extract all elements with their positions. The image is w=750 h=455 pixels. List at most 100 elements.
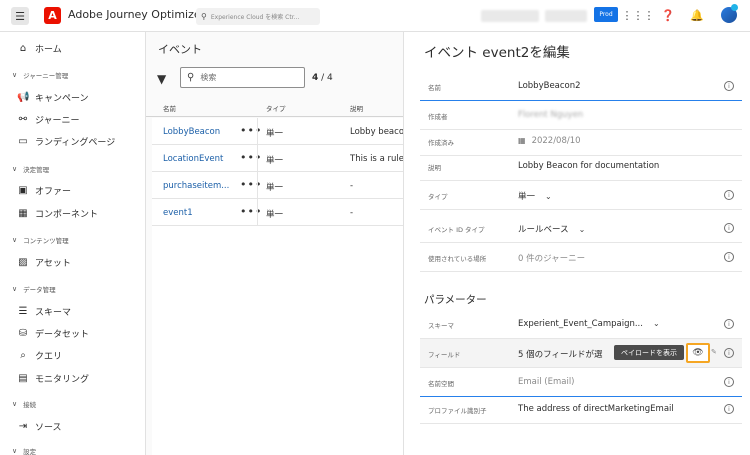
sidebar-item-datasets[interactable]: ⛁ データセット — [17, 327, 89, 340]
app-title[interactable]: Adobe Journey Optimizer — [68, 8, 205, 21]
event-name-link[interactable]: purchaseitem... — [163, 181, 229, 191]
sidebar-item-label: オファー — [35, 187, 72, 197]
created-date-text: 2022/08/10 — [531, 136, 581, 146]
event-id-type-picker[interactable]: ルールベース ⌄ — [518, 223, 585, 235]
sidebar-item-label: スキーマ — [35, 308, 72, 318]
section-connections[interactable]: ∨ 接続 — [12, 399, 36, 409]
sandbox-switcher[interactable] — [545, 10, 587, 22]
field-label: 説明 — [428, 164, 441, 172]
view-payload-eye-icon[interactable]: 👁 — [686, 343, 710, 363]
schema-field[interactable]: スキーマ Experient_Event_Campaign... ⌄ i — [420, 310, 742, 339]
event-name-link[interactable]: LocationEvent — [163, 154, 223, 164]
event-desc: This is a rule-b — [350, 154, 403, 164]
org-switcher[interactable] — [481, 10, 539, 22]
filter-icon[interactable]: ▼ — [157, 72, 166, 86]
event-desc: - — [350, 208, 354, 218]
chevron-down-icon: ∨ — [12, 285, 18, 293]
created-by-field: 作成者 Florent Nguyen — [420, 101, 742, 130]
name-field-value[interactable]: LobbyBeacon2 — [518, 81, 581, 91]
components-icon: ▦ — [18, 208, 28, 219]
description-field[interactable]: 説明 Lobby Beacon for documentation — [420, 152, 742, 181]
section-data-mgmt[interactable]: ∨ データ管理 — [12, 284, 56, 294]
field-label: スキーマ — [428, 322, 454, 330]
name-field[interactable]: 名前 LobbyBeacon2 i — [420, 72, 742, 101]
table-row[interactable]: purchaseitem... ••• 単一 - — [152, 172, 403, 199]
info-icon[interactable]: i — [724, 81, 734, 91]
field-label: 名前 — [428, 84, 441, 92]
col-type[interactable]: タイプ — [266, 103, 286, 113]
env-badge[interactable]: Prod — [594, 7, 618, 22]
assets-icon: ▨ — [18, 257, 28, 268]
table-row[interactable]: LocationEvent ••• 単一 This is a rule-b — [152, 145, 403, 172]
events-search-input[interactable]: ⚲ 検索 — [180, 67, 305, 88]
sidebar-item-queries[interactable]: ⌕ クエリ — [17, 349, 62, 362]
sidebar-item-assets[interactable]: ▨ アセット — [17, 256, 71, 269]
col-name[interactable]: 名前 — [163, 103, 176, 113]
namespace-value[interactable]: Email (Email) — [518, 377, 575, 387]
info-icon[interactable]: i — [724, 348, 734, 358]
table-row[interactable]: event1 ••• 単一 - — [152, 199, 403, 226]
edit-panel-title: イベント event2を編集 — [424, 45, 570, 61]
col-desc[interactable]: 説明 — [350, 103, 363, 113]
sidebar-item-label: ソース — [35, 423, 62, 433]
info-icon[interactable]: i — [724, 319, 734, 329]
more-actions-icon[interactable]: ••• — [240, 124, 262, 137]
event-desc: Lobby beacon — [350, 127, 403, 137]
info-icon[interactable]: i — [724, 190, 734, 200]
description-value[interactable]: Lobby Beacon for documentation — [518, 161, 659, 171]
table-row[interactable]: LobbyBeacon ••• 単一 Lobby beacon — [152, 118, 403, 145]
sidebar-item-offers[interactable]: ▣ オファー — [17, 184, 71, 197]
type-picker[interactable]: 単一 ⌄ — [518, 190, 552, 202]
field-label: 使用されている場所 — [428, 255, 487, 263]
monitoring-icon: ▤ — [18, 373, 28, 384]
info-icon[interactable]: i — [724, 377, 734, 387]
more-actions-icon[interactable]: ••• — [240, 151, 262, 164]
sidebar-item-journeys[interactable]: ⚯ ジャーニー — [17, 113, 80, 126]
sources-icon: ⇥ — [18, 421, 28, 432]
list-empty-area — [152, 226, 403, 455]
namespace-field[interactable]: 名前空間 Email (Email) i — [420, 368, 742, 397]
global-search-input[interactable]: ⚲ Experience Cloud を検索 Ctr... — [196, 8, 320, 25]
info-icon[interactable]: i — [724, 404, 734, 414]
sidebar-item-campaigns[interactable]: 📢 キャンペーン — [17, 91, 89, 104]
section-label: 決定管理 — [23, 166, 50, 174]
event-name-link[interactable]: LobbyBeacon — [163, 127, 220, 137]
section-content-mgmt[interactable]: ∨ コンテンツ管理 — [12, 235, 69, 245]
used-in-field: 使用されている場所 0 件のジャーニー i — [420, 243, 742, 272]
home-icon: ⌂ — [19, 43, 27, 54]
sidebar-item-home[interactable]: ⌂ ホーム — [17, 42, 62, 55]
field-label: タイプ — [428, 193, 448, 201]
edit-pencil-icon[interactable]: ✎ — [711, 348, 717, 356]
sidebar-item-components[interactable]: ▦ コンポーネント — [17, 207, 98, 220]
section-journey-mgmt[interactable]: ∨ ジャーニー管理 — [12, 70, 68, 80]
bell-icon[interactable]: 🔔 — [690, 8, 704, 22]
sidebar-item-monitoring[interactable]: ▤ モニタリング — [17, 372, 89, 385]
info-icon[interactable]: i — [724, 223, 734, 233]
schema-picker[interactable]: Experient_Event_Campaign... ⌄ — [518, 319, 660, 329]
info-icon[interactable]: i — [724, 252, 734, 262]
sidebar-item-label: キャンペーン — [35, 94, 89, 104]
section-label: データ管理 — [23, 286, 56, 294]
hamburger-menu-icon[interactable]: ☰ — [11, 7, 29, 25]
more-actions-icon[interactable]: ••• — [240, 178, 262, 191]
event-id-type-field[interactable]: イベント ID タイプ ルールベース ⌄ i — [420, 214, 742, 243]
profile-identifier-value[interactable]: The address of directMarketingEmail — [518, 404, 674, 414]
section-label: ジャーニー管理 — [23, 72, 69, 80]
section-settings[interactable]: ∨ 設定 — [12, 446, 36, 455]
section-decision-mgmt[interactable]: ∨ 決定管理 — [12, 164, 49, 174]
profile-identifier-field[interactable]: プロファイル識別子 The address of directMarketing… — [420, 395, 742, 424]
event-name-link[interactable]: event1 — [163, 208, 193, 218]
events-count: 4 / 4 — [312, 73, 333, 83]
chevron-down-icon: ∨ — [12, 71, 18, 79]
column-divider — [257, 199, 258, 226]
apps-grid-icon[interactable]: ⋮⋮⋮ — [622, 8, 655, 22]
type-field[interactable]: タイプ 単一 ⌄ i — [420, 181, 742, 210]
help-icon[interactable]: ❓ — [661, 8, 675, 22]
more-actions-icon[interactable]: ••• — [240, 205, 262, 218]
sidebar-item-sources[interactable]: ⇥ ソース — [17, 420, 62, 433]
schema-icon: ☰ — [18, 306, 28, 317]
sidebar-item-schemas[interactable]: ☰ スキーマ — [17, 305, 72, 318]
global-search-placeholder: Experience Cloud を検索 Ctr... — [210, 14, 300, 21]
type-value: 単一 — [518, 192, 536, 202]
sidebar-item-landing-pages[interactable]: ▭ ランディングページ — [17, 135, 115, 148]
